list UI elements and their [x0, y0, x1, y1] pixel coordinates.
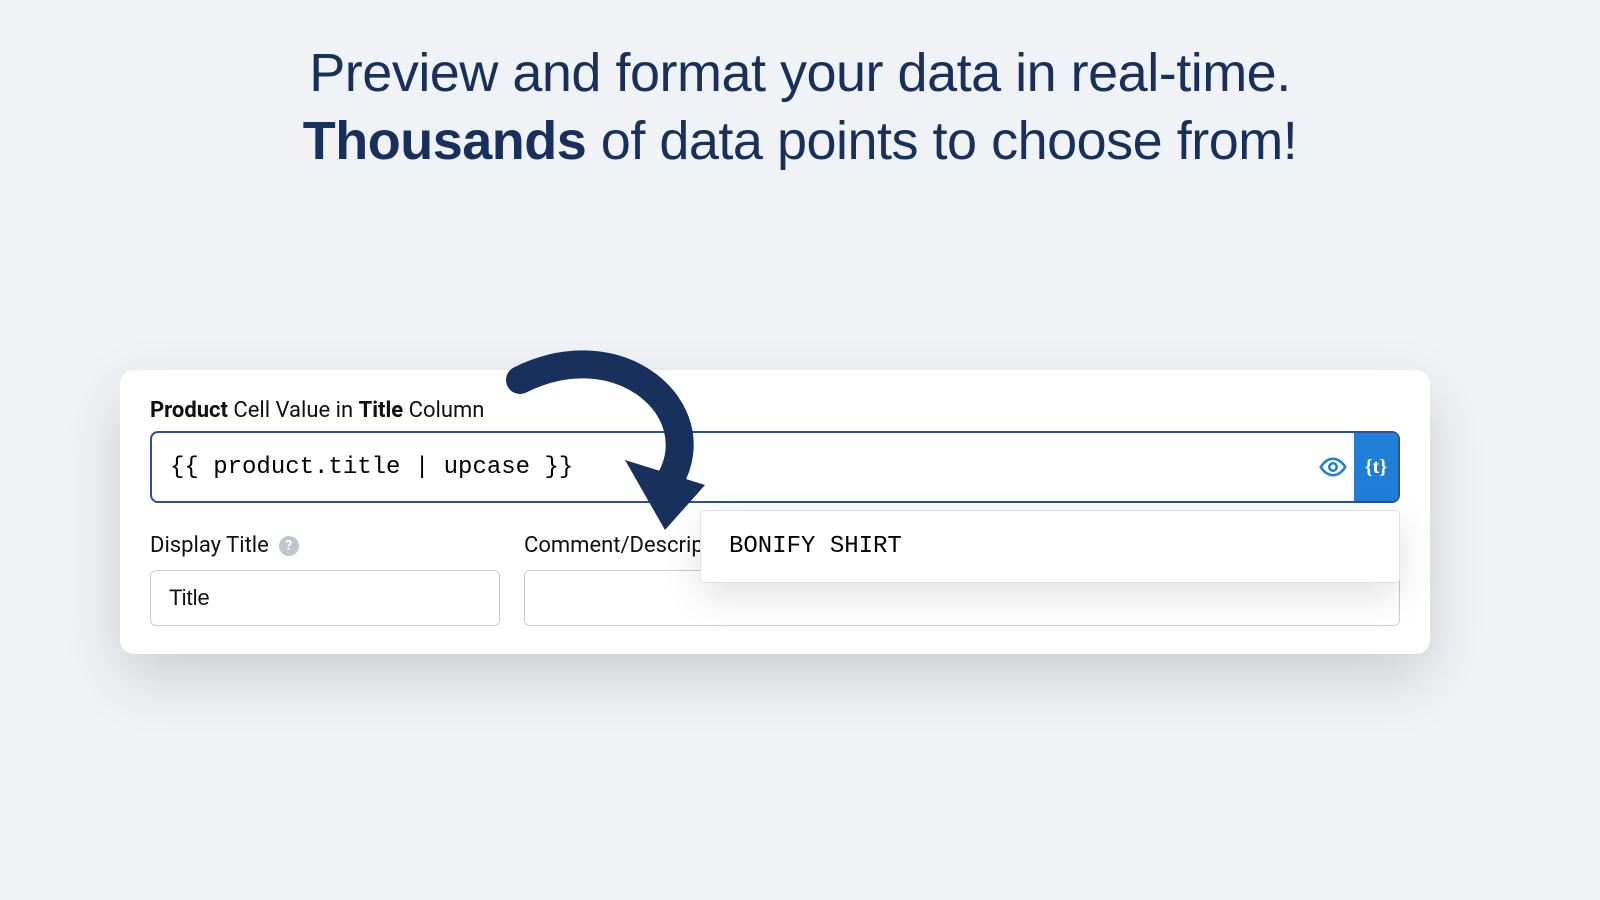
label-end: Column [403, 398, 484, 423]
eye-icon [1319, 453, 1347, 481]
display-title-group: Display Title ? [150, 533, 500, 626]
display-title-input[interactable] [150, 570, 500, 626]
label-product: Product [150, 398, 228, 423]
tag-icon: {t} [1365, 456, 1387, 479]
template-field-label: Product Cell Value in Title Column [150, 398, 1400, 423]
preview-popover: BONIFY SHIRT [700, 510, 1400, 583]
display-title-label: Display Title ? [150, 533, 500, 558]
display-title-label-text: Display Title [150, 533, 269, 558]
headline-line1: Preview and format your data in real-tim… [0, 40, 1600, 108]
help-icon[interactable]: ? [279, 536, 299, 556]
headline-emphasis: Thousands [303, 111, 587, 171]
insert-tag-button[interactable]: {t} [1354, 433, 1398, 501]
marketing-headline: Preview and format your data in real-tim… [0, 0, 1600, 175]
headline-line2: Thousands of data points to choose from! [0, 108, 1600, 176]
label-title: Title [359, 398, 404, 423]
liquid-template-input[interactable] [152, 433, 1310, 501]
headline-line2-rest: of data points to choose from! [586, 111, 1297, 171]
template-input-row: {t} [150, 431, 1400, 503]
preview-button[interactable] [1310, 433, 1354, 501]
preview-output: BONIFY SHIRT [729, 533, 902, 560]
label-mid: Cell Value in [228, 398, 359, 423]
